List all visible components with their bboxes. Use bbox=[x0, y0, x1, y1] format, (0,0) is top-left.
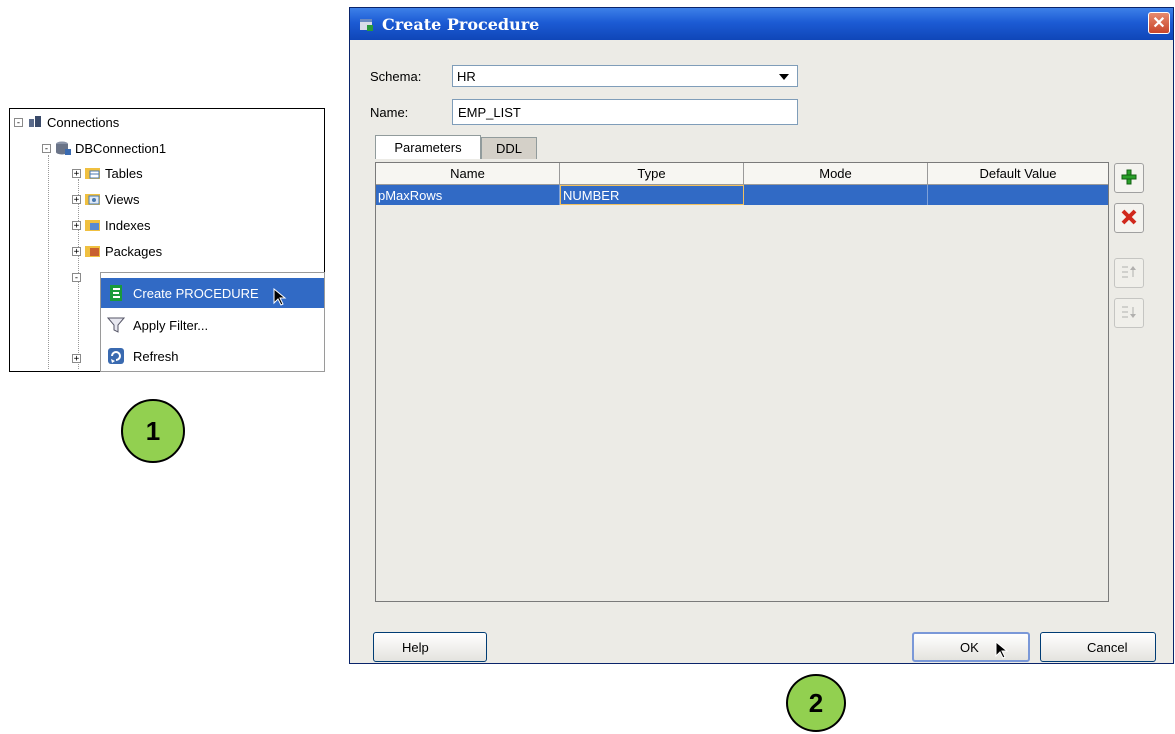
procedure-icon bbox=[107, 284, 125, 302]
add-parameter-button[interactable] bbox=[1114, 163, 1144, 193]
folder-index-icon bbox=[85, 218, 101, 232]
tree-node-views[interactable]: + Views bbox=[72, 188, 139, 210]
expand-toggle[interactable]: + bbox=[72, 194, 81, 204]
ok-button[interactable]: OK bbox=[912, 632, 1030, 662]
remove-icon bbox=[1120, 208, 1138, 229]
cursor-arrow-icon bbox=[995, 640, 1009, 662]
remove-parameter-button[interactable] bbox=[1114, 203, 1144, 233]
name-label: Name: bbox=[370, 105, 409, 120]
add-icon bbox=[1120, 168, 1138, 189]
refresh-icon bbox=[107, 347, 125, 365]
tree-label: Indexes bbox=[105, 217, 151, 233]
dialog-app-icon bbox=[358, 16, 374, 32]
ok-label: OK bbox=[960, 639, 979, 655]
dialog-titlebar[interactable]: Create Procedure ✕ bbox=[350, 8, 1173, 40]
connections-icon bbox=[27, 115, 43, 129]
tab-parameters[interactable]: Parameters bbox=[375, 135, 481, 159]
tree-label: Connections bbox=[47, 114, 120, 130]
column-header-default-value[interactable]: Default Value bbox=[928, 163, 1108, 185]
tree-node-indexes[interactable]: + Indexes bbox=[72, 214, 151, 236]
parameters-table: Name Type Mode Default Value pMaxRows NU… bbox=[375, 162, 1109, 602]
filter-icon bbox=[106, 316, 126, 334]
column-header-name[interactable]: Name bbox=[376, 163, 560, 185]
close-button[interactable]: ✕ bbox=[1148, 12, 1170, 34]
database-icon bbox=[55, 141, 71, 155]
cell-name[interactable]: pMaxRows bbox=[376, 185, 560, 205]
collapse-toggle[interactable]: - bbox=[14, 117, 23, 127]
menu-item-label: Create PROCEDURE bbox=[133, 285, 259, 301]
table-row[interactable]: pMaxRows NUMBER bbox=[376, 185, 1108, 205]
chevron-down-icon[interactable] bbox=[779, 74, 789, 80]
schema-value: HR bbox=[457, 68, 476, 84]
dialog-title: Create Procedure bbox=[382, 14, 540, 34]
table-header: Name Type Mode Default Value bbox=[376, 163, 1108, 185]
step-badge-2: 2 bbox=[786, 674, 846, 732]
move-down-button[interactable] bbox=[1114, 298, 1144, 328]
collapse-toggle[interactable]: - bbox=[72, 272, 81, 282]
menu-item-label: Refresh bbox=[133, 348, 179, 364]
tree-label: Views bbox=[105, 191, 140, 207]
collapse-toggle[interactable]: - bbox=[42, 143, 51, 153]
menu-item-refresh[interactable]: Refresh bbox=[101, 341, 324, 371]
cancel-button[interactable]: Cancel bbox=[1040, 632, 1156, 662]
tree-node-dbconnection[interactable]: - DBConnection1 bbox=[42, 137, 166, 159]
tree-node-collapsed[interactable]: + bbox=[72, 347, 85, 369]
column-header-mode[interactable]: Mode bbox=[744, 163, 928, 185]
expand-toggle[interactable]: + bbox=[72, 246, 81, 256]
procedure-name-value: EMP_LIST bbox=[458, 104, 521, 120]
tree-node-packages[interactable]: + Packages bbox=[72, 240, 162, 262]
cell-default-value[interactable] bbox=[928, 185, 1108, 205]
procedure-name-field[interactable]: EMP_LIST bbox=[452, 99, 798, 125]
expand-toggle[interactable]: + bbox=[72, 353, 81, 363]
tree-node-tables[interactable]: + Tables bbox=[72, 162, 143, 184]
help-button[interactable]: Help bbox=[373, 632, 487, 662]
schema-label: Schema: bbox=[370, 69, 422, 84]
folder-view-icon bbox=[85, 192, 101, 206]
tab-ddl[interactable]: DDL bbox=[481, 137, 537, 159]
tree-label: Packages bbox=[105, 243, 163, 259]
cell-mode[interactable] bbox=[744, 185, 928, 205]
step-badge-1: 1 bbox=[121, 399, 185, 463]
cursor-arrow-icon bbox=[273, 287, 287, 309]
schema-select[interactable]: HR bbox=[452, 65, 798, 87]
create-procedure-dialog: Create Procedure ✕ Schema: HR Name: EMP_… bbox=[349, 7, 1174, 664]
menu-item-create-procedure[interactable]: Create PROCEDURE bbox=[101, 278, 324, 308]
folder-package-icon bbox=[85, 244, 101, 258]
move-up-button[interactable] bbox=[1114, 258, 1144, 288]
column-header-type[interactable]: Type bbox=[560, 163, 744, 185]
folder-table-icon bbox=[85, 166, 101, 180]
move-down-icon bbox=[1120, 303, 1138, 324]
cell-type[interactable]: NUMBER bbox=[560, 185, 744, 205]
tree-label: DBConnection1 bbox=[75, 140, 167, 156]
tree-node-procedures[interactable]: - bbox=[72, 266, 85, 288]
move-up-icon bbox=[1120, 263, 1138, 284]
expand-toggle[interactable]: + bbox=[72, 220, 81, 230]
tree-label: Tables bbox=[105, 165, 143, 181]
tree-connector bbox=[48, 155, 49, 369]
menu-item-apply-filter[interactable]: Apply Filter... bbox=[101, 310, 324, 340]
menu-item-label: Apply Filter... bbox=[133, 317, 209, 333]
expand-toggle[interactable]: + bbox=[72, 168, 81, 178]
context-menu: Create PROCEDURE Apply Filter... Refresh bbox=[100, 272, 325, 372]
tree-node-connections[interactable]: - Connections bbox=[14, 111, 119, 133]
